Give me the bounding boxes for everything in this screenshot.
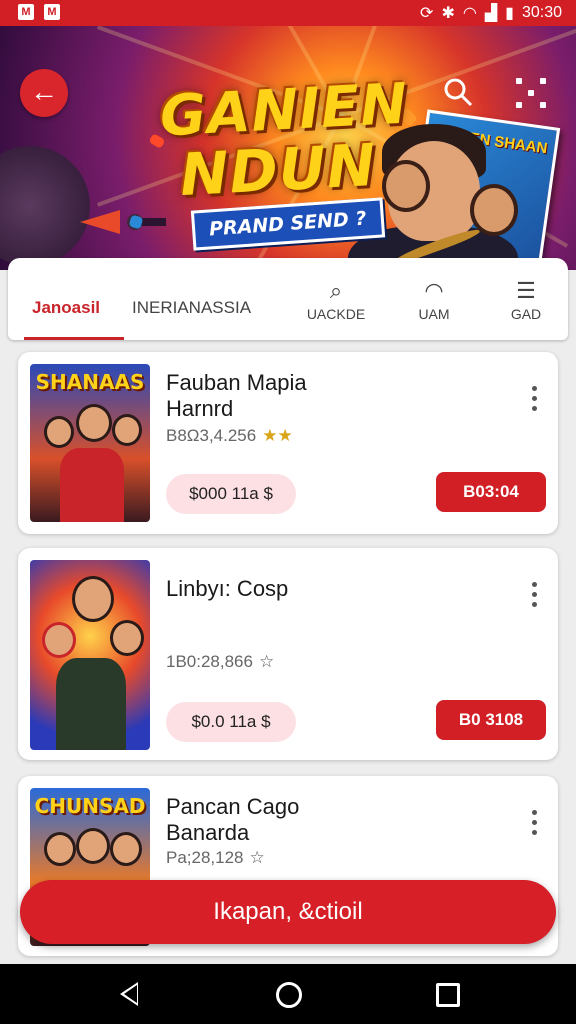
active-tab-indicator <box>24 337 124 340</box>
primary-action-button[interactable]: Ikapan, &ctioil <box>20 880 556 944</box>
list-item[interactable]: SHANAAS Fauban Mapia Harnrd B8Ω3,4.256 ★★… <box>18 352 558 534</box>
decorative-orb <box>0 146 90 266</box>
hero-title-line2: NDUN <box>178 130 378 210</box>
buy-button[interactable]: B0 3108 <box>436 700 546 740</box>
rating-stars: ★★ <box>262 426 293 445</box>
buy-button[interactable]: B03:04 <box>436 472 546 512</box>
sync-icon: ⟳ <box>420 5 434 22</box>
system-nav-bar <box>0 964 576 1024</box>
more-vert-icon[interactable] <box>532 582 538 612</box>
status-icons: ⟳ ✱ ◠ ▟ ▮ 30:30 <box>420 3 562 23</box>
wifi-icon: ◠ <box>462 5 477 22</box>
search-pin-icon: ⌕ <box>329 278 343 303</box>
fullscreen-icon[interactable] <box>516 78 546 108</box>
nav-recents-icon[interactable] <box>436 983 460 1007</box>
tab-janoasil[interactable]: Janoasil <box>18 258 124 340</box>
price-tag: $0.0 11a $ <box>166 702 296 742</box>
game-thumbnail: SHANAAS <box>30 364 150 522</box>
game-thumbnail <box>30 560 150 750</box>
list-icon: ☰ <box>516 278 536 303</box>
tab-uackde[interactable]: ⌕ UACKDE <box>294 258 378 340</box>
tab-gad[interactable]: ☰ GAD <box>484 258 568 340</box>
item-title: Fauban Mapia Harnrd <box>166 370 307 421</box>
more-vert-icon[interactable] <box>532 386 538 416</box>
price-tag: $000 11a $ <box>166 474 296 514</box>
more-vert-icon[interactable] <box>532 810 538 840</box>
item-title: Pancan Cago Banarda <box>166 794 300 845</box>
side-character <box>470 184 518 236</box>
back-button[interactable]: ← <box>20 69 68 117</box>
signal-icon: ▟ <box>484 5 498 22</box>
side-character <box>382 160 430 212</box>
bluetooth-icon: ✱ <box>441 5 455 22</box>
mail-icon: M <box>18 4 34 20</box>
battery-icon: ▮ <box>505 5 514 22</box>
item-title: Linbyı: Cosp <box>166 576 289 601</box>
item-meta: B8Ω3,4.256 ★★ <box>166 426 293 445</box>
item-meta: Pa;28,128 ☆ <box>166 848 265 867</box>
nav-home-icon[interactable] <box>276 982 302 1008</box>
flying-character <box>80 210 166 234</box>
item-meta: 1B0:28,866 ☆ <box>166 652 275 671</box>
hero-banner: SUIBEN SHAAN GANIEN NDUN PRAND SEND ? ← <box>0 26 576 270</box>
tab-uam[interactable]: ◠ UAM <box>392 258 476 340</box>
gmail-icon: M <box>44 4 60 20</box>
status-bar: M M ⟳ ✱ ◠ ▟ ▮ 30:30 <box>0 0 576 26</box>
clock: 30:30 <box>521 4 562 21</box>
rating-stars: ☆ <box>249 848 265 867</box>
tab-bar: Janoasil INERIANASSIA ⌕ UACKDE ◠ UAM ☰ G… <box>8 258 568 340</box>
tab-inerianassia[interactable]: INERIANASSIA <box>132 258 272 340</box>
notification-icons: M M <box>18 4 60 20</box>
arrow-left-icon: ← <box>30 76 58 107</box>
headset-icon: ◠ <box>424 278 444 303</box>
list-item[interactable]: Linbyı: Cosp 1B0:28,866 ☆ $0.0 11a $ B0 3… <box>18 548 558 760</box>
search-icon[interactable] <box>442 76 474 116</box>
nav-back-icon[interactable] <box>120 982 138 1006</box>
rating-stars: ☆ <box>258 652 275 671</box>
